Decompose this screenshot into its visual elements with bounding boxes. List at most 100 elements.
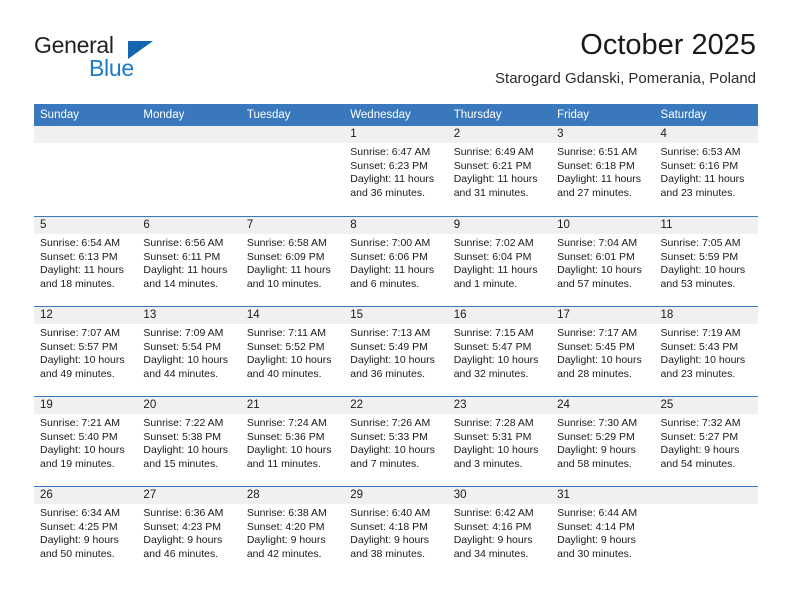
daylight-text-line2: and 58 minutes. [557,457,632,470]
calendar-day-cell[interactable]: 22 Sunrise: 7:26 AM Sunset: 5:33 PM Dayligh… [344,397,448,486]
calendar-grid: Sunday Monday Tuesday Wednesday Thursday… [34,104,758,576]
day-number: 1 [344,126,448,143]
sunset-text: Sunset: 5:59 PM [660,250,739,263]
sunset-text: Sunset: 5:49 PM [350,340,428,353]
daylight-text-line2: and 44 minutes. [143,367,219,380]
calendar-day-cell-empty [240,126,345,216]
day-details: Sunrise: 7:07 AM Sunset: 5:57 PM Daylight:… [34,324,137,381]
day-details: Sunrise: 6:49 AM Sunset: 6:21 PM Daylight:… [448,143,551,200]
sunrise-text: Sunrise: 6:34 AM [40,507,120,519]
sunrise-text: Sunrise: 6:36 AM [143,507,224,519]
day-number: 26 [34,487,138,504]
calendar-day-cell[interactable]: 15 Sunrise: 7:13 AM Sunset: 5:49 PM Dayligh… [344,307,448,396]
calendar-day-cell[interactable]: 19 Sunrise: 7:21 AM Sunset: 5:40 PM Dayligh… [34,397,138,486]
calendar-day-cell[interactable]: 31 Sunrise: 6:44 AM Sunset: 4:14 PM Dayligh… [551,487,655,576]
sunset-text: Sunset: 4:14 PM [557,520,635,533]
page-header: General Blue October 2025 Starogard Gdan… [0,0,792,100]
weekday-header-sunday: Sunday [40,109,80,121]
sunrise-text: Sunrise: 6:54 AM [40,237,120,249]
calendar-day-cell[interactable]: 20 Sunrise: 7:22 AM Sunset: 5:38 PM Dayligh… [137,397,241,486]
weekday-header-wednesday: Wednesday [350,109,411,121]
calendar-day-cell[interactable]: 1 Sunrise: 6:47 AM Sunset: 6:23 PM Daylight… [344,126,448,216]
day-details: Sunrise: 7:09 AM Sunset: 5:54 PM Daylight:… [137,324,240,381]
sunrise-text: Sunrise: 6:42 AM [453,507,534,519]
calendar-week-row: 1 Sunrise: 6:47 AM Sunset: 6:23 PM Daylight… [34,126,758,216]
day-number [34,126,138,143]
calendar-day-cell[interactable]: 11 Sunrise: 7:05 AM Sunset: 5:59 PM Dayligh… [654,217,758,306]
calendar-day-cell[interactable]: 4 Sunrise: 6:53 AM Sunset: 6:16 PM Daylight… [654,126,758,216]
daylight-text-line2: and 6 minutes. [350,277,420,290]
sunrise-text: Sunrise: 6:44 AM [557,507,638,519]
day-details: Sunrise: 7:00 AM Sunset: 6:06 PM Daylight:… [344,234,447,291]
calendar-day-cell[interactable]: 6 Sunrise: 6:56 AM Sunset: 6:11 PM Daylight… [137,217,241,306]
calendar-day-cell-empty [34,126,138,216]
sunset-text: Sunset: 5:52 PM [246,340,325,353]
calendar-day-cell[interactable]: 14 Sunrise: 7:11 AM Sunset: 5:52 PM Dayligh… [240,307,345,396]
calendar-day-cell[interactable]: 13 Sunrise: 7:09 AM Sunset: 5:54 PM Dayligh… [137,307,241,396]
sunset-text: Sunset: 6:21 PM [453,159,532,172]
calendar-day-cell[interactable]: 25 Sunrise: 7:32 AM Sunset: 5:27 PM Dayligh… [654,397,758,486]
daylight-text-line2: and 28 minutes. [557,367,632,380]
title-block: October 2025 Starogard Gdanski, Pomerani… [495,28,756,88]
daylight-text-line1: Daylight: 9 hours [143,534,223,546]
page-title: October 2025 [580,29,756,61]
day-details: Sunrise: 6:36 AM Sunset: 4:23 PM Daylight:… [137,504,240,561]
calendar-day-cell[interactable]: 26 Sunrise: 6:34 AM Sunset: 4:25 PM Dayligh… [34,487,138,576]
daylight-text-line1: Daylight: 11 hours [350,264,435,276]
daylight-text-line2: and 15 minutes. [143,457,219,470]
daylight-text-line2: and 23 minutes. [660,186,736,199]
day-details: Sunrise: 7:26 AM Sunset: 5:33 PM Daylight:… [344,414,447,471]
calendar-day-cell[interactable]: 10 Sunrise: 7:04 AM Sunset: 6:01 PM Dayligh… [551,217,655,306]
daylight-text-line2: and 30 minutes. [557,547,632,560]
daylight-text-line2: and 18 minutes. [40,277,115,290]
sunrise-text: Sunrise: 7:02 AM [453,237,534,249]
daylight-text-line1: Daylight: 11 hours [453,264,538,276]
sunset-text: Sunset: 4:25 PM [40,520,118,533]
general-blue-logo[interactable]: General Blue [34,32,164,84]
day-details: Sunrise: 7:15 AM Sunset: 5:47 PM Daylight:… [448,324,551,381]
calendar-day-cell[interactable]: 7 Sunrise: 6:58 AM Sunset: 6:09 PM Daylight… [240,217,345,306]
calendar-day-cell[interactable]: 5 Sunrise: 6:54 AM Sunset: 6:13 PM Daylight… [34,217,138,306]
calendar-day-cell[interactable]: 28 Sunrise: 6:38 AM Sunset: 4:20 PM Dayligh… [240,487,345,576]
calendar-week-row: 19 Sunrise: 7:21 AM Sunset: 5:40 PM Dayligh… [34,396,758,486]
weekday-header-tuesday: Tuesday [246,109,291,121]
day-details: Sunrise: 7:17 AM Sunset: 5:45 PM Daylight:… [551,324,654,381]
sunset-text: Sunset: 4:23 PM [143,520,222,533]
calendar-day-cell[interactable]: 2 Sunrise: 6:49 AM Sunset: 6:21 PM Daylight… [447,126,552,216]
calendar-day-cell[interactable]: 16 Sunrise: 7:15 AM Sunset: 5:47 PM Dayligh… [447,307,552,396]
calendar-day-cell[interactable]: 21 Sunrise: 7:24 AM Sunset: 5:36 PM Dayligh… [240,397,345,486]
daylight-text-line2: and 40 minutes. [246,367,322,380]
daylight-text-line2: and 50 minutes. [40,547,115,560]
daylight-text-line2: and 36 minutes. [350,367,425,380]
day-number: 12 [34,307,138,324]
day-number: 3 [551,126,655,143]
calendar-day-cell[interactable]: 27 Sunrise: 6:36 AM Sunset: 4:23 PM Dayligh… [137,487,241,576]
day-number: 21 [240,397,345,414]
day-details: Sunrise: 7:22 AM Sunset: 5:38 PM Daylight:… [137,414,240,471]
calendar-day-cell[interactable]: 18 Sunrise: 7:19 AM Sunset: 5:43 PM Dayligh… [654,307,758,396]
day-details: Sunrise: 7:04 AM Sunset: 6:01 PM Daylight:… [551,234,654,291]
day-details: Sunrise: 6:38 AM Sunset: 4:20 PM Daylight:… [241,504,344,561]
daylight-text-line1: Daylight: 11 hours [660,173,745,185]
calendar-day-cell[interactable]: 8 Sunrise: 7:00 AM Sunset: 6:06 PM Daylight… [344,217,448,306]
day-details: Sunrise: 6:34 AM Sunset: 4:25 PM Daylight:… [34,504,137,561]
calendar-day-cell[interactable]: 23 Sunrise: 7:28 AM Sunset: 5:31 PM Dayligh… [447,397,552,486]
daylight-text-line1: Daylight: 11 hours [557,173,641,185]
daylight-text-line2: and 14 minutes. [143,277,219,290]
day-number: 19 [34,397,138,414]
calendar-day-cell[interactable]: 30 Sunrise: 6:42 AM Sunset: 4:16 PM Dayligh… [447,487,552,576]
calendar-day-cell[interactable]: 12 Sunrise: 7:07 AM Sunset: 5:57 PM Dayligh… [34,307,138,396]
daylight-text-line2: and 1 minute. [453,277,518,290]
calendar-weeks: 1 Sunrise: 6:47 AM Sunset: 6:23 PM Daylight… [34,126,758,576]
calendar-day-cell[interactable]: 17 Sunrise: 7:17 AM Sunset: 5:45 PM Dayligh… [551,307,655,396]
calendar-day-cell[interactable]: 9 Sunrise: 7:02 AM Sunset: 6:04 PM Daylight… [447,217,552,306]
calendar-day-cell[interactable]: 3 Sunrise: 6:51 AM Sunset: 6:18 PM Daylight… [551,126,655,216]
daylight-text-line2: and 54 minutes. [660,457,736,470]
day-number: 15 [344,307,448,324]
sunrise-text: Sunrise: 6:49 AM [453,146,534,158]
day-details: Sunrise: 6:51 AM Sunset: 6:18 PM Daylight:… [551,143,654,200]
sunset-text: Sunset: 6:06 PM [350,250,428,263]
calendar-day-cell[interactable]: 29 Sunrise: 6:40 AM Sunset: 4:18 PM Dayligh… [344,487,448,576]
sunset-text: Sunset: 6:11 PM [143,250,221,263]
calendar-day-cell[interactable]: 24 Sunrise: 7:30 AM Sunset: 5:29 PM Dayligh… [551,397,655,486]
